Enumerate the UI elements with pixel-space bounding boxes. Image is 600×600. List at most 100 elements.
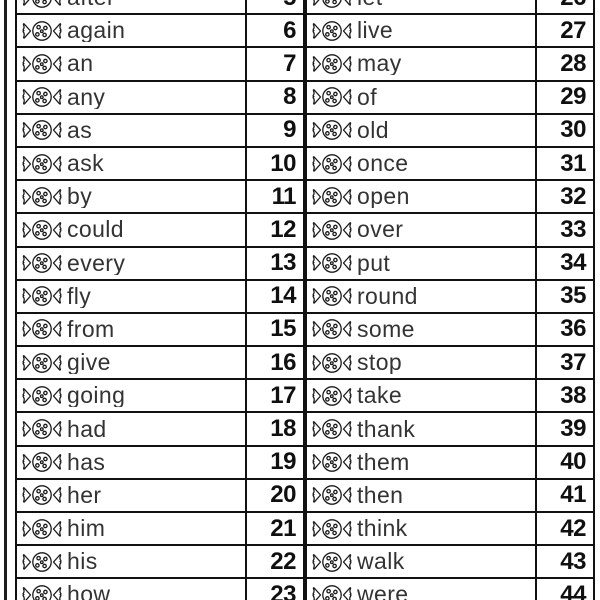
word-cell-right: over (303, 212, 537, 248)
word-number: 15 (270, 315, 296, 343)
number-cell-left: 16 (245, 345, 306, 381)
sight-word: may (357, 52, 402, 76)
number-cell-left: 7 (245, 46, 306, 82)
sight-word: put (357, 251, 391, 275)
word-cell-right: thank (303, 411, 537, 447)
sight-word: after (67, 0, 115, 9)
word-number: 20 (270, 481, 296, 509)
word-cell-right: put (303, 245, 537, 281)
word-number: 42 (560, 514, 586, 542)
candy-icon (312, 417, 352, 441)
sight-word: old (357, 118, 389, 142)
candy-icon (22, 185, 62, 209)
word-cell-left: him (15, 510, 247, 547)
table-row: could 12 over 33 (15, 212, 595, 248)
candy-icon (22, 483, 62, 507)
table-row: give 16 stop 37 (15, 345, 595, 381)
sight-word: of (357, 85, 377, 109)
sight-word: thank (357, 417, 416, 441)
table-row: had 18 thank 39 (15, 411, 595, 447)
word-number: 43 (560, 547, 586, 575)
word-number: 13 (270, 249, 296, 277)
sight-word: live (357, 19, 394, 43)
word-number: 14 (270, 282, 296, 310)
sight-word: from (67, 317, 115, 341)
candy-icon (312, 185, 352, 209)
word-cell-right: of (303, 79, 537, 115)
page-left-rule (4, 0, 7, 600)
word-cell-left: her (15, 477, 247, 514)
sight-word: every (67, 251, 126, 275)
table-row: any 8 of 29 (15, 79, 595, 115)
candy-icon (312, 583, 352, 600)
word-number: 41 (560, 481, 586, 509)
word-cell-right: think (303, 510, 537, 547)
sight-word: has (67, 450, 106, 474)
word-number: 35 (560, 282, 586, 310)
sight-word: his (67, 550, 98, 574)
candy-icon (22, 384, 62, 408)
number-cell-left: 21 (245, 510, 306, 547)
word-cell-left: his (15, 544, 247, 580)
word-cell-left: fly (15, 278, 247, 314)
word-number: 8 (283, 83, 296, 111)
word-cell-left: ask (15, 145, 247, 182)
table-row: from 15 some 36 (15, 311, 595, 348)
worksheet-page: after5let26again6live27an7may28any8of29a… (0, 0, 600, 600)
word-cell-left: any (15, 79, 247, 115)
sight-word: some (357, 317, 415, 341)
candy-icon (22, 450, 62, 474)
word-number: 28 (560, 49, 586, 77)
table-row: after 5 let 26 (15, 0, 595, 16)
word-cell-right: stop (303, 345, 537, 381)
number-cell-left: 22 (245, 544, 306, 580)
sight-word: fly (67, 284, 92, 308)
number-cell-left: 17 (245, 378, 306, 414)
word-cell-left: every (15, 245, 247, 281)
table-row: her 20 then 41 (15, 477, 595, 514)
word-cell-right: them (303, 444, 537, 480)
candy-icon (22, 218, 62, 242)
word-cell-left: from (15, 311, 247, 348)
number-cell-left: 12 (245, 212, 306, 248)
number-cell-right: 36 (535, 311, 595, 348)
candy-icon (312, 483, 352, 507)
number-cell-right: 27 (535, 13, 595, 49)
word-number: 39 (560, 415, 586, 443)
number-cell-right: 28 (535, 46, 595, 82)
table-row: as 9 old 30 (15, 112, 595, 148)
word-number: 11 (271, 182, 297, 210)
number-cell-right: 29 (535, 79, 595, 115)
number-cell-left: 5 (245, 0, 306, 16)
word-number: 23 (270, 580, 296, 600)
word-number: 18 (270, 415, 296, 443)
word-number: 19 (270, 448, 296, 476)
candy-icon (312, 517, 352, 541)
number-cell-left: 18 (245, 411, 306, 447)
word-cell-left: an (15, 46, 247, 82)
word-cell-left: after (15, 0, 247, 16)
candy-icon (312, 52, 352, 76)
number-cell-left: 6 (245, 13, 306, 49)
sight-word: open (357, 185, 410, 209)
word-cell-right: live (303, 13, 537, 49)
word-number: 16 (270, 348, 296, 376)
candy-icon (312, 317, 352, 341)
candy-icon (312, 450, 352, 474)
sight-word: an (67, 52, 94, 76)
word-number: 21 (270, 514, 296, 542)
number-cell-right: 38 (535, 378, 595, 414)
candy-icon (22, 118, 62, 142)
word-cell-left: how (15, 577, 247, 600)
sight-word: once (357, 152, 409, 176)
number-cell-right: 43 (535, 544, 595, 580)
sight-word: think (357, 517, 408, 541)
candy-icon (312, 384, 352, 408)
candy-icon (22, 317, 62, 341)
candy-icon (312, 19, 352, 43)
table-row: by 11 open 32 (15, 179, 595, 215)
number-cell-left: 11 (245, 179, 306, 215)
word-number: 33 (560, 215, 586, 243)
number-cell-left: 20 (245, 477, 306, 514)
number-cell-right: 42 (535, 510, 595, 547)
